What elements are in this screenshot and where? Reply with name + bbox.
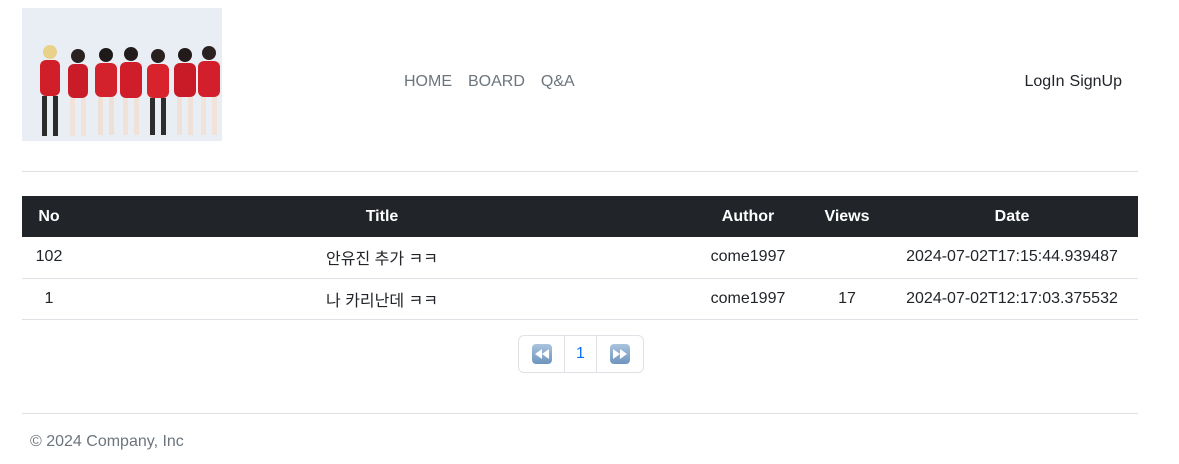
board-table: No Title Author Views Date 102 안유진 추가 ㅋㅋ…: [22, 196, 1138, 320]
nav-qa[interactable]: Q&A: [533, 72, 583, 92]
cell-title[interactable]: 나 카리난데 ㅋㅋ: [76, 278, 688, 319]
logo-image[interactable]: [22, 8, 222, 141]
cell-author: come1997: [710, 248, 786, 266]
footer-divider: [22, 413, 1138, 414]
nav-home[interactable]: HOME: [396, 72, 460, 92]
column-header-views: Views: [824, 207, 870, 225]
cell-title[interactable]: 안유진 추가 ㅋㅋ: [76, 237, 688, 278]
nav-board[interactable]: BOARD: [460, 72, 533, 92]
column-header-no: No: [38, 207, 60, 225]
double-right-arrow-icon: [610, 344, 630, 364]
login-link[interactable]: LogIn: [1024, 72, 1064, 92]
column-header-title: Title: [365, 207, 399, 225]
main-nav: HOME BOARD Q&A: [396, 72, 583, 92]
first-page-button[interactable]: [519, 336, 565, 372]
cell-views: 17: [838, 289, 856, 307]
column-header-date: Date: [994, 207, 1030, 225]
last-page-button[interactable]: [597, 336, 643, 372]
page-number-button[interactable]: 1: [565, 336, 597, 372]
table-header-row: No Title Author Views Date: [22, 196, 1138, 237]
cell-no: 1: [44, 289, 54, 307]
cell-date: 2024-07-02T17:15:44.939487: [906, 248, 1118, 266]
auth-links: LogIn SignUp: [1024, 72, 1122, 92]
table-row[interactable]: 1 나 카리난데 ㅋㅋ come1997 17 2024-07-02T12:17…: [22, 278, 1138, 319]
pagination: 1: [518, 335, 644, 373]
footer-copyright: © 2024 Company, Inc: [30, 433, 184, 450]
table-row[interactable]: 102 안유진 추가 ㅋㅋ come1997 2024-07-02T17:15:…: [22, 237, 1138, 278]
cell-author: come1997: [710, 289, 786, 307]
header: HOME BOARD Q&A LogIn SignUp: [22, 8, 1138, 141]
signup-link[interactable]: SignUp: [1070, 72, 1122, 92]
cell-views: [808, 237, 886, 278]
cell-no: 102: [35, 248, 63, 266]
cell-date: 2024-07-02T12:17:03.375532: [906, 289, 1118, 307]
column-header-author: Author: [721, 207, 775, 225]
double-left-arrow-icon: [531, 344, 552, 364]
header-divider: [22, 171, 1138, 172]
